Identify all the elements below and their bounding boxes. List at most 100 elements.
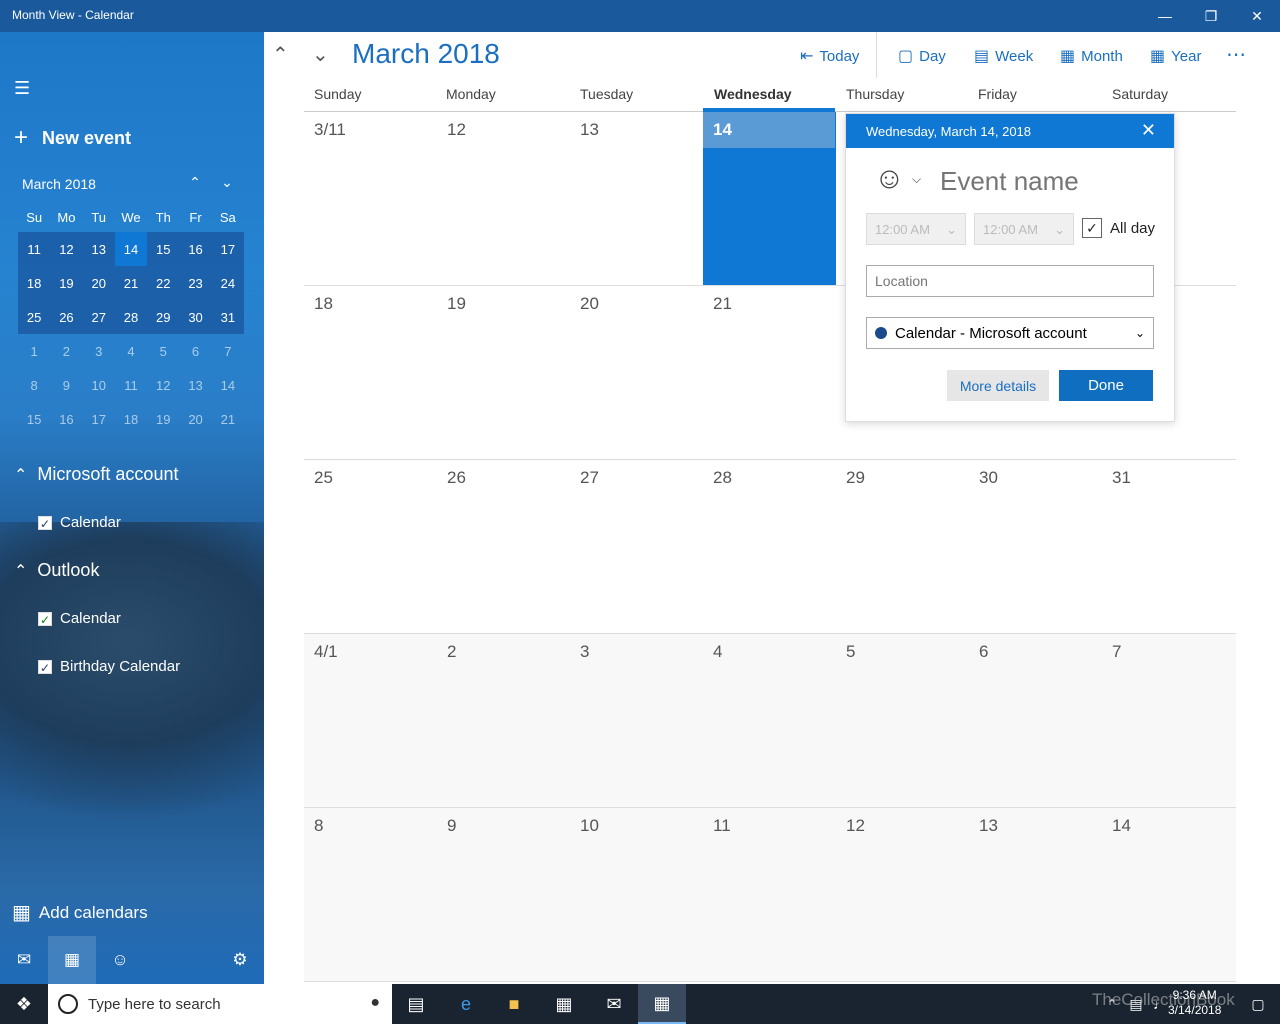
mini-calendar-day[interactable]: 11 — [115, 368, 147, 402]
hamburger-menu-icon[interactable]: ☰ — [14, 78, 30, 99]
mini-calendar-day[interactable]: 14 — [114, 232, 148, 266]
month-day-cell[interactable]: 26 — [437, 460, 570, 633]
checkbox-checked-icon[interactable]: ✓ — [38, 611, 52, 627]
mini-calendar-day[interactable]: 7 — [212, 334, 244, 368]
mini-calendar-day[interactable]: 9 — [50, 368, 82, 402]
month-day-cell[interactable]: 13 — [570, 112, 703, 285]
mini-calendar-day[interactable]: 27 — [82, 300, 115, 334]
mail-icon[interactable]: ✉ — [0, 936, 48, 984]
file-explorer-icon[interactable]: ■ — [490, 984, 538, 1024]
add-calendars-button[interactable]: ▦ Add calendars — [12, 900, 148, 925]
start-windows-icon[interactable]: ❖ — [0, 984, 48, 1024]
mini-calendar-day[interactable]: 21 — [114, 266, 148, 300]
mini-calendar-day[interactable]: 19 — [147, 402, 179, 436]
month-day-cell[interactable]: 11 — [703, 808, 836, 981]
mini-calendar-day[interactable]: 1 — [18, 334, 50, 368]
mini-calendar-day[interactable]: 17 — [83, 402, 115, 436]
store-icon[interactable]: ▦ — [540, 984, 588, 1024]
taskbar-search-box[interactable]: Type here to search ● — [48, 984, 392, 1024]
mini-calendar-day[interactable]: 20 — [82, 266, 115, 300]
mini-calendar-day[interactable]: 8 — [18, 368, 50, 402]
start-time-select[interactable]: 12:00 AM ⌄ — [866, 213, 966, 245]
mini-calendar-day[interactable]: 3 — [83, 334, 115, 368]
mini-calendar-day[interactable]: 14 — [212, 368, 244, 402]
day-view-button[interactable]: ▢ Day — [898, 46, 946, 66]
mini-calendar-day[interactable]: 15 — [147, 232, 180, 266]
mini-calendar-day[interactable]: 25 — [18, 300, 51, 334]
year-view-button[interactable]: ▦ Year — [1150, 46, 1201, 66]
more-options-icon[interactable]: ⋯ — [1226, 42, 1248, 67]
emoji-picker-smiley-icon[interactable]: ☺ — [874, 162, 905, 196]
calendar-select[interactable]: Calendar - Microsoft account ⌄ — [866, 317, 1154, 349]
mini-calendar-day[interactable]: 28 — [114, 300, 148, 334]
edge-browser-icon[interactable]: e — [442, 984, 490, 1024]
all-day-checkbox[interactable]: ✓ All day — [1082, 218, 1155, 238]
mini-calendar-day[interactable]: 29 — [147, 300, 180, 334]
new-event-button[interactable]: + New event — [14, 124, 131, 152]
month-day-cell[interactable]: 6 — [969, 634, 1102, 807]
popup-close-icon[interactable]: ✕ — [1141, 120, 1156, 141]
mini-calendar-day[interactable]: 16 — [50, 402, 82, 436]
month-day-cell[interactable]: 31 — [1102, 460, 1235, 633]
people-icon[interactable]: ☺ — [96, 936, 144, 984]
previous-month-icon[interactable]: ⌃ — [272, 42, 289, 67]
chevron-down-icon[interactable]: ⌵ — [912, 172, 921, 187]
month-day-cell[interactable]: 4/1 — [304, 634, 437, 807]
mini-calendar-day[interactable]: 13 — [179, 368, 211, 402]
mini-calendar-day[interactable]: 2 — [50, 334, 82, 368]
calendar-toggle-birthday-calendar[interactable]: ✓ Birthday Calendar — [38, 658, 180, 675]
mini-calendar-day[interactable]: 31 — [211, 300, 244, 334]
month-day-cell[interactable]: 27 — [570, 460, 703, 633]
end-time-select[interactable]: 12:00 AM ⌄ — [974, 213, 1074, 245]
month-title[interactable]: March 2018 — [352, 38, 500, 70]
month-day-cell[interactable]: 12 — [836, 808, 969, 981]
mini-calendar-day[interactable]: 13 — [82, 232, 115, 266]
mini-calendar-day[interactable]: 24 — [211, 266, 244, 300]
month-day-cell[interactable]: 29 — [836, 460, 969, 633]
month-day-cell[interactable]: 25 — [304, 460, 437, 633]
mini-calendar-day[interactable]: 18 — [18, 266, 51, 300]
settings-gear-icon[interactable]: ⚙ — [216, 936, 264, 984]
close-button[interactable]: ✕ — [1234, 0, 1280, 32]
month-day-cell[interactable]: 12 — [437, 112, 570, 285]
month-day-cell[interactable]: 20 — [570, 286, 703, 459]
action-center-icon[interactable]: ▢ — [1234, 984, 1280, 1024]
calendar-icon[interactable]: ▦ — [48, 936, 96, 984]
month-day-cell[interactable]: 18 — [304, 286, 437, 459]
checkbox-checked-icon[interactable]: ✓ — [1082, 218, 1102, 238]
mini-calendar-day[interactable]: 4 — [115, 334, 147, 368]
next-month-icon[interactable]: ⌄ — [312, 42, 329, 67]
mini-calendar-day[interactable]: 16 — [179, 232, 212, 266]
mini-calendar-day[interactable]: 26 — [50, 300, 83, 334]
month-day-cell[interactable]: 8 — [304, 808, 437, 981]
month-day-cell[interactable]: 10 — [570, 808, 703, 981]
month-day-cell[interactable]: 4 — [703, 634, 836, 807]
month-day-cell[interactable]: 21 — [703, 286, 836, 459]
mini-calendar-day[interactable]: 11 — [18, 232, 51, 266]
month-day-cell[interactable]: 7 — [1102, 634, 1235, 807]
mini-calendar-title[interactable]: March 2018 — [22, 176, 96, 192]
mini-calendar-day[interactable]: 5 — [147, 334, 179, 368]
calendar-app-icon[interactable]: ▦ — [638, 984, 686, 1024]
mini-calendar-day[interactable]: 21 — [212, 402, 244, 436]
month-day-cell[interactable]: 19 — [437, 286, 570, 459]
month-day-cell[interactable]: 14 — [1102, 808, 1235, 981]
checkbox-checked-icon[interactable]: ✓ — [38, 515, 52, 531]
mini-calendar-next-icon[interactable]: ⌄ — [215, 174, 239, 191]
month-day-cell[interactable]: 5 — [836, 634, 969, 807]
mini-calendar-day[interactable]: 30 — [179, 300, 212, 334]
month-day-cell[interactable]: 3 — [570, 634, 703, 807]
month-day-cell[interactable]: 13 — [969, 808, 1102, 981]
minimize-button[interactable]: — — [1142, 0, 1188, 32]
taskbar-clock[interactable]: 9:36 AM 3/14/2018 — [1168, 988, 1221, 1018]
mini-calendar-day[interactable]: 12 — [147, 368, 179, 402]
week-view-button[interactable]: ▤ Week — [974, 46, 1033, 66]
mini-calendar-day[interactable]: 6 — [179, 334, 211, 368]
month-day-cell[interactable]: 28 — [703, 460, 836, 633]
mini-calendar-prev-icon[interactable]: ⌃ — [183, 174, 207, 191]
location-input[interactable] — [866, 265, 1154, 297]
month-day-cell[interactable]: 14 — [703, 112, 836, 285]
calendar-toggle-outlook-calendar[interactable]: ✓ Calendar — [38, 610, 121, 627]
today-button[interactable]: ⇤ Today — [800, 46, 859, 66]
mini-calendar-day[interactable]: 20 — [179, 402, 211, 436]
